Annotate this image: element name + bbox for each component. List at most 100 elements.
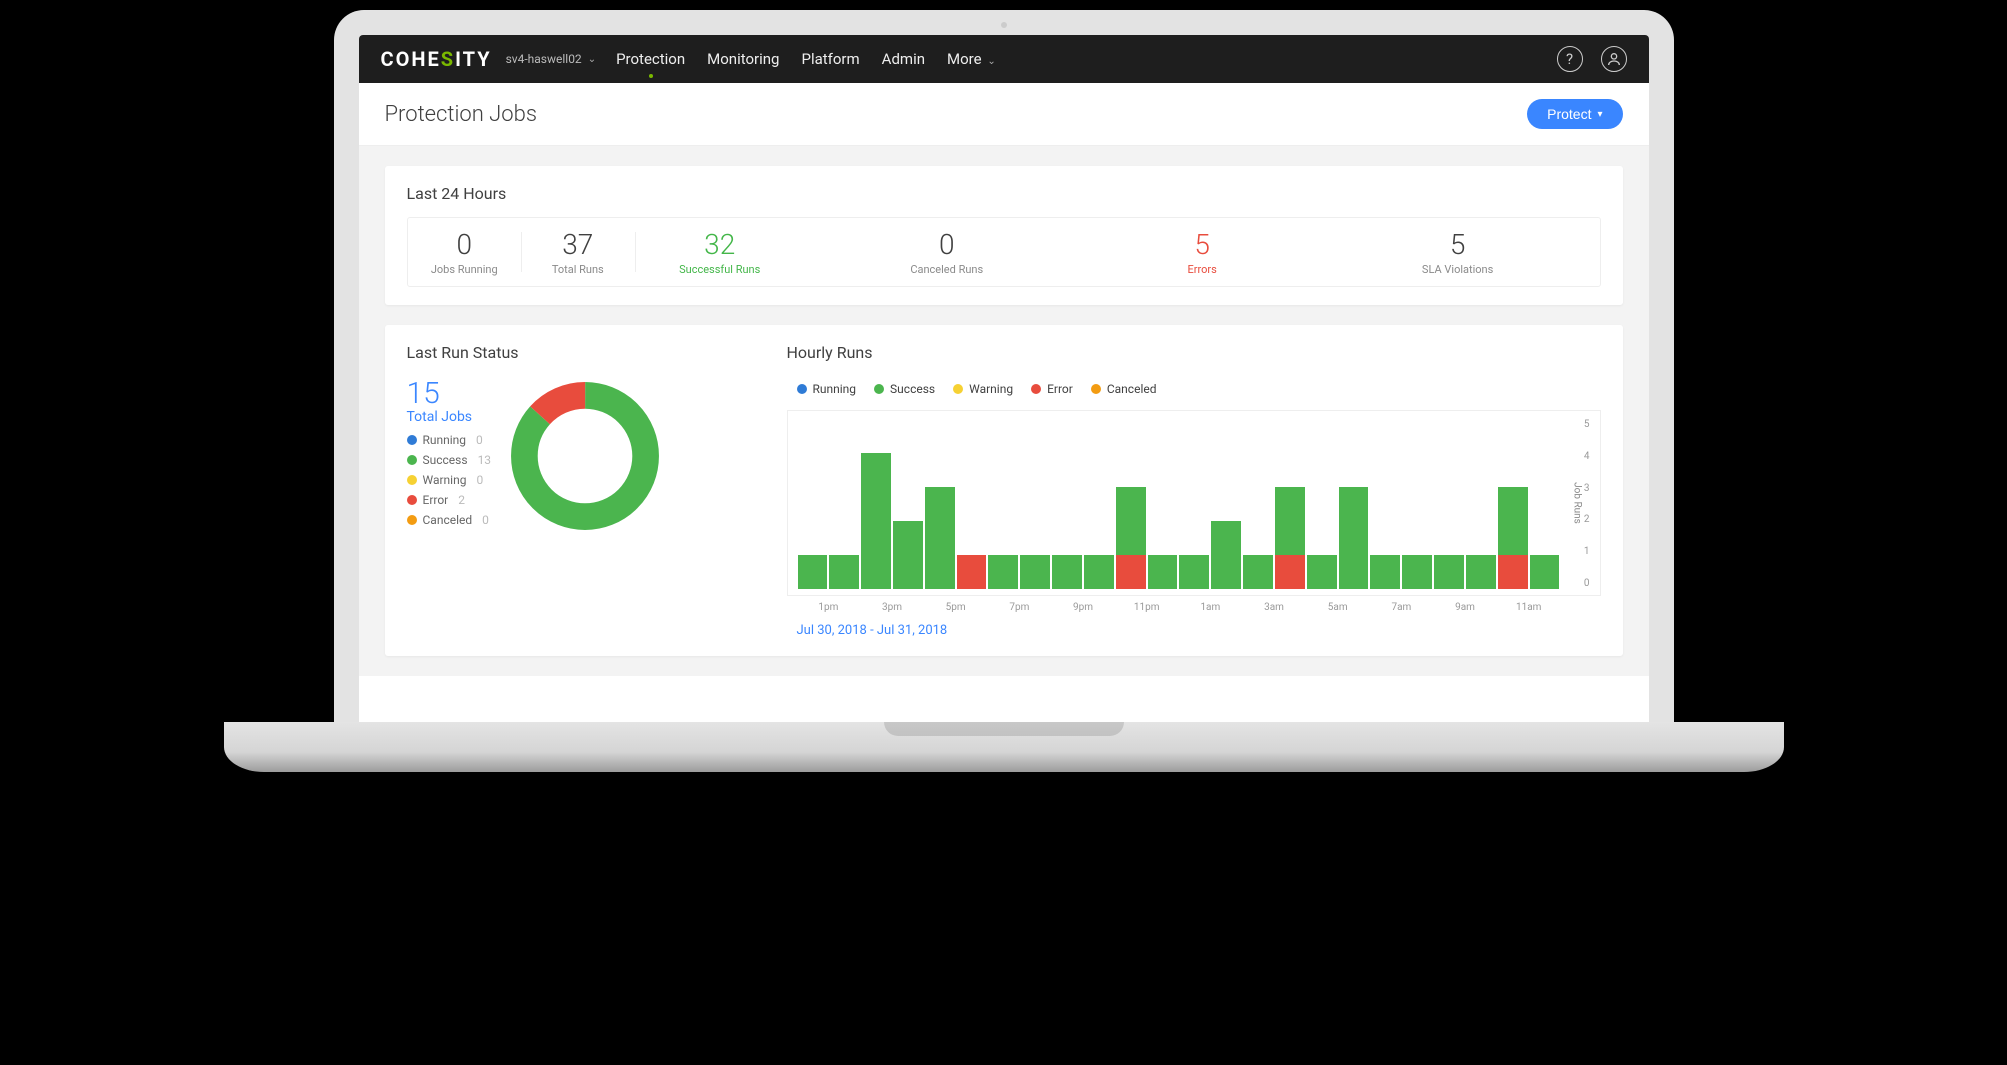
- protect-button-label: Protect: [1547, 106, 1591, 122]
- y-tick: 0: [1568, 578, 1590, 589]
- bar-seg-success: [1052, 555, 1082, 589]
- donut-chart: [505, 376, 665, 536]
- stat-num: 0: [408, 228, 522, 261]
- bar-seg-success: [861, 453, 891, 589]
- total-jobs-num: 15: [407, 379, 492, 409]
- topbar: COHESITY sv4-haswell02 ⌄ Protection Moni…: [359, 35, 1649, 83]
- card-charts: Last Run Status 15 Total Jobs Running 0 …: [385, 325, 1623, 656]
- bar-seg-success: [893, 521, 923, 589]
- stat-errors: 5 Errors: [1089, 218, 1316, 286]
- help-icon[interactable]: ?: [1557, 46, 1583, 72]
- stat-sla-violations: 5 SLA Violations: [1316, 218, 1600, 286]
- user-icon[interactable]: [1601, 46, 1627, 72]
- page-header: Protection Jobs Protect ▾: [359, 83, 1649, 146]
- bar-col: [1402, 419, 1432, 589]
- x-tick: 9pm: [1051, 602, 1115, 613]
- legend-dot-icon: [407, 475, 417, 485]
- bar-seg-success: [1498, 487, 1528, 555]
- hourly-title: Hourly Runs: [787, 343, 1601, 362]
- bar-seg-success: [1466, 555, 1496, 589]
- hourly-legend-item: Running: [797, 382, 857, 396]
- date-range-picker[interactable]: Jul 30, 2018 - Jul 31, 2018: [797, 623, 1601, 638]
- stat-total-runs: 37 Total Runs: [521, 218, 635, 286]
- bar-seg-success: [1307, 555, 1337, 589]
- nav-monitoring[interactable]: Monitoring: [707, 36, 779, 82]
- card-last24-title: Last 24 Hours: [407, 184, 1601, 203]
- legend-value: 0: [482, 513, 489, 527]
- legend-dot-icon: [407, 435, 417, 445]
- brand-logo: COHESITY: [381, 47, 492, 71]
- bar-col: [1020, 419, 1050, 589]
- legend-label: Warning: [423, 473, 467, 487]
- legend-label: Canceled: [1107, 382, 1157, 396]
- bar-col: [1211, 419, 1241, 589]
- bar-col: [1116, 419, 1146, 589]
- bar-seg-success: [1530, 555, 1560, 589]
- brand-post: ITY: [455, 47, 492, 71]
- x-tick: 1pm: [797, 602, 861, 613]
- stat-canceled-runs: 0 Canceled Runs: [805, 218, 1089, 286]
- y-tick: 4: [1568, 451, 1590, 462]
- cluster-name: sv4-haswell02: [506, 52, 582, 66]
- bar-seg-success: [1434, 555, 1464, 589]
- bar-col: [893, 419, 923, 589]
- bar-seg-success: [1275, 487, 1305, 555]
- stat-num: 5: [1089, 228, 1316, 261]
- topbar-icons: ?: [1557, 46, 1627, 72]
- stat-label: SLA Violations: [1316, 263, 1600, 276]
- chevron-down-icon: ▾: [1597, 109, 1602, 120]
- legend-label: Canceled: [423, 513, 473, 527]
- legend-dot-icon: [407, 495, 417, 505]
- bar-seg-success: [829, 555, 859, 589]
- legend-dot-icon: [407, 455, 417, 465]
- legend-value: 0: [476, 473, 483, 487]
- nav-more[interactable]: More ⌄: [947, 36, 996, 82]
- legend-value: 2: [458, 493, 465, 507]
- laptop-base: [224, 722, 1784, 772]
- bar-seg-success: [988, 555, 1018, 589]
- legend-item-success: Success 13: [407, 453, 492, 467]
- bar-col: [798, 419, 828, 589]
- camera-dot: [1001, 22, 1007, 28]
- bar-seg-success: [1148, 555, 1178, 589]
- bar-seg-success: [925, 487, 955, 589]
- y-tick: 5: [1568, 419, 1590, 430]
- stat-successful-runs: 32 Successful Runs: [635, 218, 805, 286]
- x-tick: 5pm: [924, 602, 988, 613]
- legend-dot-icon: [797, 384, 807, 394]
- cluster-selector[interactable]: sv4-haswell02 ⌄: [506, 52, 597, 66]
- chevron-down-icon: ⌄: [987, 56, 995, 67]
- panel-hourly-runs: Hourly Runs RunningSuccessWarningErrorCa…: [787, 343, 1601, 638]
- nav-platform[interactable]: Platform: [801, 36, 859, 82]
- nav-protection[interactable]: Protection: [616, 36, 685, 82]
- bar-seg-success: [1020, 555, 1050, 589]
- x-tick: 3pm: [860, 602, 924, 613]
- protect-button[interactable]: Protect ▾: [1527, 99, 1622, 129]
- stat-jobs-running: 0 Jobs Running: [408, 218, 522, 286]
- stat-label: Canceled Runs: [805, 263, 1089, 276]
- bar-seg-success: [1402, 555, 1432, 589]
- bar-seg-success: [1179, 555, 1209, 589]
- hourly-legend-item: Canceled: [1091, 382, 1157, 396]
- nav-more-label: More: [947, 50, 982, 68]
- bar-seg-error: [1275, 555, 1305, 589]
- nav-admin[interactable]: Admin: [882, 36, 925, 82]
- legend-item-running: Running 0: [407, 433, 492, 447]
- legend-dot-icon: [874, 384, 884, 394]
- stat-num: 37: [521, 228, 635, 261]
- panel-run-status: Last Run Status 15 Total Jobs Running 0 …: [407, 343, 747, 638]
- page-title: Protection Jobs: [385, 102, 538, 127]
- bar-seg-success: [1084, 555, 1114, 589]
- legend-dot-icon: [953, 384, 963, 394]
- bar-seg-success: [1370, 555, 1400, 589]
- legend-label: Running: [423, 433, 467, 447]
- bar-col: [1466, 419, 1496, 589]
- stat-label: Successful Runs: [635, 263, 805, 276]
- stat-num: 0: [805, 228, 1089, 261]
- bar-col: [1339, 419, 1369, 589]
- hourly-legend-item: Success: [874, 382, 935, 396]
- bar-seg-error: [1498, 555, 1528, 589]
- x-ticks: 1pm3pm5pm7pm9pm11pm1am3am5am7am9am11am: [797, 602, 1561, 613]
- legend-item-canceled: Canceled 0: [407, 513, 492, 527]
- laptop-frame: COHESITY sv4-haswell02 ⌄ Protection Moni…: [334, 10, 1674, 725]
